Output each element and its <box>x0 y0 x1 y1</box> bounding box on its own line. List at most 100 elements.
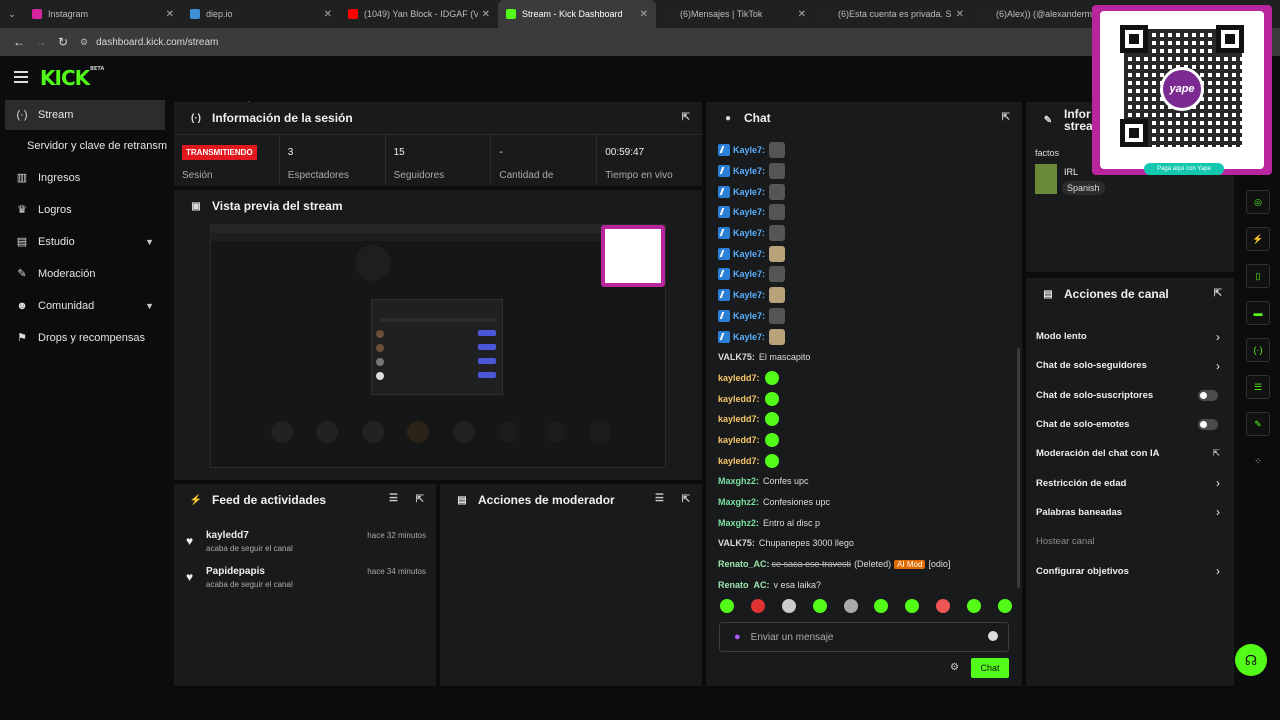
chat-scrollbar[interactable] <box>1017 348 1020 588</box>
sidebar-item-estudio[interactable]: ▤ Estudio ▼ <box>0 226 170 258</box>
site-info-icon[interactable]: ⚙ <box>80 37 88 48</box>
popout-icon[interactable]: ⇱ <box>682 112 690 123</box>
popout-icon[interactable]: ⇱ <box>1002 112 1010 123</box>
emote-button[interactable] <box>936 599 951 613</box>
back-icon[interactable]: ← <box>8 35 30 49</box>
help-chat-button[interactable]: ☊ <box>1235 644 1267 676</box>
channel-action-followers-only[interactable]: Chat de solo-seguidores › <box>1026 351 1234 380</box>
toggle-switch[interactable] <box>1198 389 1218 401</box>
sidebar-item-ingresos[interactable]: ▥ Ingresos <box>0 162 170 194</box>
chat-username[interactable]: Maxghz2: <box>718 497 759 507</box>
close-tab-icon[interactable]: ✕ <box>166 9 174 20</box>
chat-message-list[interactable]: Kayle7: Kayle7: Kayle7: Kayle7: Kayle7: Kayle… <box>718 140 1008 588</box>
chat-username[interactable]: Kayle7: <box>733 332 765 342</box>
browser-tab[interactable]: Instagram ✕ <box>24 0 182 28</box>
microphone-icon[interactable]: ● <box>734 631 741 643</box>
wrench-icon[interactable]: ✎ <box>1246 412 1270 436</box>
apps-icon[interactable]: ⁘ <box>1246 449 1270 473</box>
emote-button[interactable] <box>720 599 734 613</box>
channel-action-banned-words[interactable]: Palabras baneadas › <box>1026 498 1234 527</box>
list-icon[interactable]: ☰ <box>1246 375 1270 399</box>
stat-viewers: 3 Espectadores <box>280 135 386 184</box>
close-tab-icon[interactable]: ✕ <box>324 9 332 20</box>
yape-qr-overlay: yape Paga aquí con Yape <box>1092 5 1272 175</box>
browser-tab[interactable]: (6)Mensajes | TikTok ✕ <box>656 0 814 28</box>
emote-button[interactable] <box>905 599 920 613</box>
close-tab-icon[interactable]: ✕ <box>798 9 806 20</box>
filter-icon[interactable]: ☰ <box>655 493 664 504</box>
chat-input[interactable]: ● Enviar un mensaje <box>719 622 1009 652</box>
chat-username[interactable]: kayledd7: <box>718 373 760 383</box>
chat-username[interactable]: Kayle7: <box>733 145 765 155</box>
filter-icon[interactable]: ☰ <box>389 493 398 504</box>
chat-settings-icon[interactable]: ⚙ <box>950 662 959 673</box>
sidebar-item-comunidad[interactable]: ☻ Comunidad ▼ <box>0 290 170 322</box>
chat-username[interactable]: Maxghz2: <box>718 476 759 486</box>
category-name[interactable]: IRL <box>1064 167 1078 177</box>
channel-action-ai-mod[interactable]: Moderación del chat con IA ⇱ <box>1026 439 1234 468</box>
sidebar-item-drops[interactable]: ⚑ Drops y recompensas <box>0 322 170 354</box>
chat-username[interactable]: Kayle7: <box>733 290 765 300</box>
chat-username[interactable]: Renato_AC: <box>718 580 770 588</box>
chat-username[interactable]: Kayle7: <box>733 269 765 279</box>
chat-username[interactable]: Kayle7: <box>733 166 765 176</box>
close-tab-icon[interactable]: ✕ <box>956 9 964 20</box>
popout-icon[interactable]: ⇱ <box>682 494 690 505</box>
focus-icon[interactable]: ◎ <box>1246 190 1270 214</box>
hamburger-menu-icon[interactable] <box>14 71 28 83</box>
close-tab-icon[interactable]: ✕ <box>482 9 490 20</box>
popout-icon[interactable]: ⇱ <box>1214 288 1222 299</box>
emote-button[interactable] <box>997 599 1012 613</box>
stream-preview-header: ▣ Vista previa del stream <box>174 190 702 222</box>
channel-action-subs-only[interactable]: Chat de solo-suscriptores <box>1026 381 1234 410</box>
toggle-switch[interactable] <box>1198 419 1218 431</box>
chat-username[interactable]: VALK75: <box>718 352 755 362</box>
channel-action-emotes-only[interactable]: Chat de solo-emotes <box>1026 410 1234 439</box>
forward-icon[interactable]: → <box>30 35 52 49</box>
sidebar-item-stream[interactable]: (·) Stream <box>5 100 165 130</box>
chat-bubble-icon[interactable]: ▬ <box>1246 301 1270 325</box>
bolt-icon[interactable]: ⚡ <box>1246 227 1270 251</box>
chat-username[interactable]: Kayle7: <box>733 228 765 238</box>
browser-tab[interactable]: (6)Esta cuenta es privada. Sigu ✕ <box>814 0 972 28</box>
stream-preview-video[interactable] <box>210 224 666 468</box>
emote-button[interactable] <box>781 599 796 613</box>
emote-button[interactable] <box>812 599 827 613</box>
sidebar-item-logros[interactable]: ♛ Logros <box>0 194 170 226</box>
chat-username[interactable]: Kayle7: <box>733 207 765 217</box>
address-bar[interactable]: ⚙ dashboard.kick.com/stream <box>80 37 218 48</box>
tab-search-icon[interactable]: ⌄ <box>0 0 24 28</box>
channel-action-age-restriction[interactable]: Restricción de edad › <box>1026 468 1234 497</box>
emote-button[interactable] <box>843 599 858 613</box>
channel-action-goals[interactable]: Configurar objetivos › <box>1026 556 1234 585</box>
close-tab-icon[interactable]: ✕ <box>640 9 648 20</box>
popout-icon[interactable]: ⇱ <box>416 494 424 505</box>
browser-tab[interactable]: diep.io ✕ <box>182 0 340 28</box>
chat-username[interactable]: Renato_AC: <box>718 559 770 569</box>
browser-tab[interactable]: (1049) Yan Block - IDGAF (Vide ✕ <box>340 0 498 28</box>
sidebar-item-moderacion[interactable]: ✎ Moderación <box>0 258 170 290</box>
emote-button[interactable] <box>874 599 889 613</box>
emote-button[interactable] <box>967 599 981 613</box>
chat-send-button[interactable]: Chat <box>971 658 1009 678</box>
chat-username[interactable]: Maxghz2: <box>718 518 759 528</box>
preview-modal-search <box>380 318 496 322</box>
chat-username[interactable]: kayledd7: <box>718 394 760 404</box>
chat-username[interactable]: Kayle7: <box>733 187 765 197</box>
sidebar-item-server-key[interactable]: Servidor y clave de retransm <box>0 130 170 162</box>
emote-icon <box>769 204 786 221</box>
reload-icon[interactable]: ↻ <box>52 35 74 49</box>
kick-logo[interactable]: KICKBETA <box>40 66 104 90</box>
chat-username[interactable]: kayledd7: <box>718 456 760 466</box>
document-icon[interactable]: ▯ <box>1246 264 1270 288</box>
emote-button[interactable] <box>750 599 765 613</box>
emoji-picker-icon[interactable] <box>988 631 998 641</box>
chat-username[interactable]: kayledd7: <box>718 414 760 424</box>
channel-action-slow-mode[interactable]: Modo lento › <box>1026 322 1234 351</box>
broadcast-icon[interactable]: (·) <box>1246 338 1270 362</box>
chat-username[interactable]: Kayle7: <box>733 249 765 259</box>
browser-tab[interactable]: Stream - Kick Dashboard ✕ <box>498 0 656 28</box>
chat-username[interactable]: Kayle7: <box>733 311 765 321</box>
chat-username[interactable]: kayledd7: <box>718 435 760 445</box>
chat-username[interactable]: VALK75: <box>718 538 755 548</box>
